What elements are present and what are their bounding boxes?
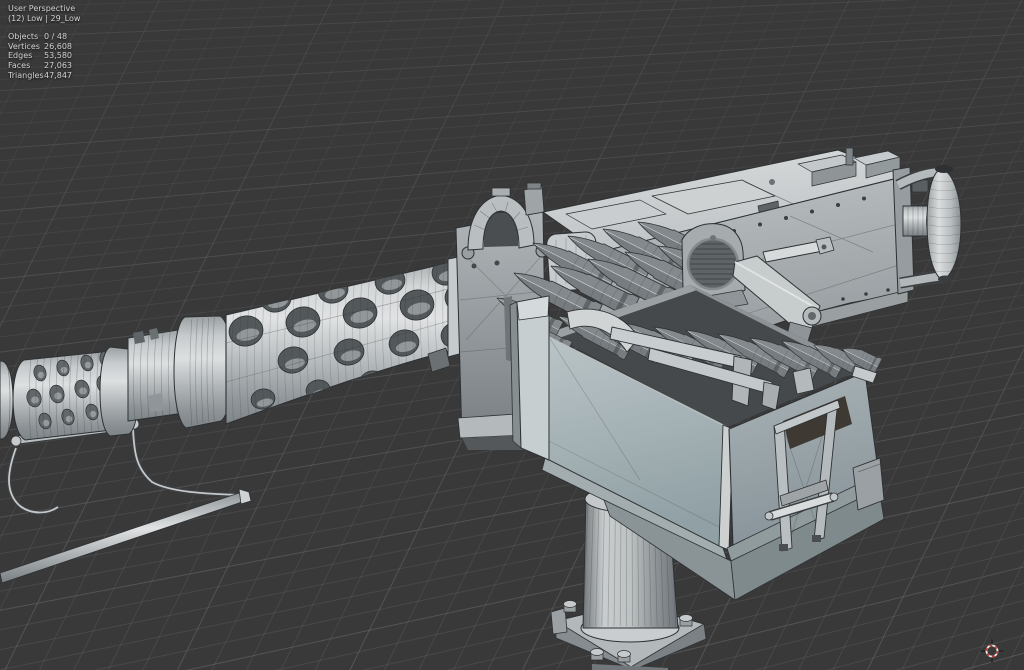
blender-3d-viewport[interactable]: User Perspective (12) Low | 29_Low Objec… (0, 0, 1024, 670)
viewport-scene[interactable] (0, 0, 1024, 670)
